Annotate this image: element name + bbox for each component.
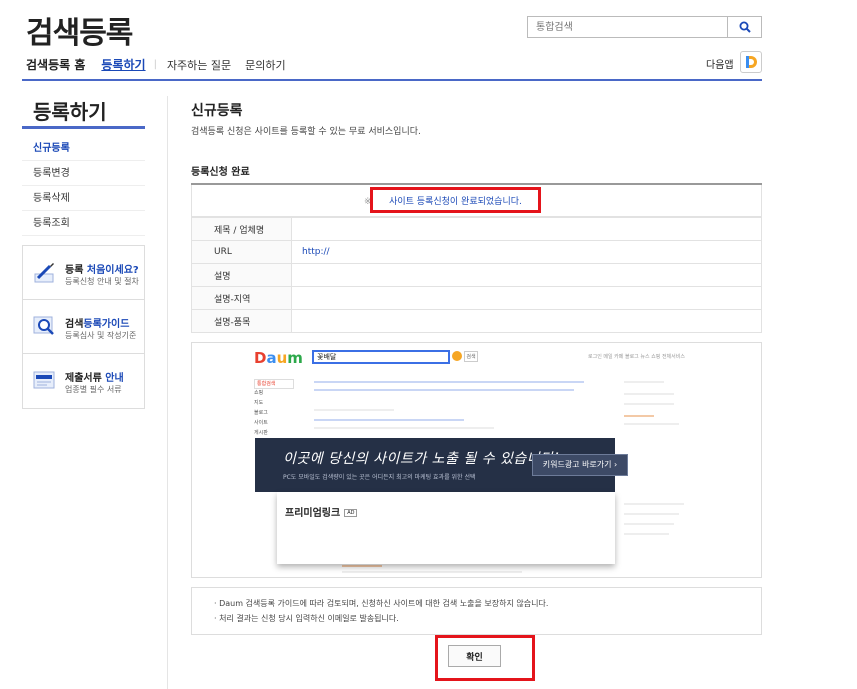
guide-box-first-time[interactable]: 등록 처음이세요? 등록신청 안내 및 절차	[23, 246, 144, 300]
preview-result-line	[314, 427, 494, 429]
guide-documents-title-highlight: 안내	[105, 373, 124, 384]
preview-result-line	[624, 503, 684, 505]
note-line: · Daum 검색등록 가이드에 따라 검토되며, 신청하신 사이트에 대한 검…	[214, 599, 549, 608]
table-row: 설명	[191, 263, 762, 287]
preview-side-item: 쇼핑	[254, 390, 264, 396]
preview-result-line	[624, 513, 679, 515]
preview-side-item: 사이트	[254, 420, 268, 426]
row-label-item: 설명-품목	[191, 309, 292, 333]
page-description: 검색등록 신청은 사이트를 등록할 수 있는 무료 서비스입니다.	[191, 127, 421, 137]
sidebar-guide-boxes: 등록 처음이세요? 등록신청 안내 및 절차 검색등록가이드 등록심사 및 작성…	[22, 245, 145, 409]
sidebar-item-change[interactable]: 등록변경	[22, 161, 145, 186]
guide-documents-desc: 업종별 필수 서류	[65, 385, 122, 394]
global-nav: 검색등록 홈 등록하기 | 자주하는 질문 문의하기	[26, 56, 300, 73]
guide-first-title: 등록	[65, 265, 87, 276]
preview-result-line	[342, 565, 382, 567]
notes-box: · Daum 검색등록 가이드에 따라 검토되며, 신청하신 사이트에 대한 검…	[191, 587, 762, 635]
preview-result-line	[624, 415, 654, 417]
guide-documents-title: 제출서류	[65, 373, 106, 384]
preview-result-line	[624, 381, 664, 383]
daum-app-icon[interactable]	[740, 51, 762, 73]
document-icon	[33, 371, 55, 389]
guide-first-title-highlight: 처음이세요?	[86, 265, 139, 276]
preview-daum-logo: Daum	[254, 349, 303, 367]
row-label-url: URL	[191, 240, 292, 264]
preview-ad-subline: PC도 모바일도 검색량이 있는 곳은 어디든지 최고의 마케팅 효과를 위한 …	[283, 474, 476, 481]
sidebar-title: 등록하기	[33, 100, 107, 124]
row-label-region: 설명-지역	[191, 286, 292, 310]
pencil-icon	[34, 263, 54, 283]
preview-side-tabs: 통합검색 쇼핑 지도 블로그 사이트 게시판	[254, 379, 294, 439]
preview-ad-headline: 이곳에 당신의 사이트가 노출 될 수 있습니다!	[283, 451, 560, 467]
guide-register-title: 검색	[65, 319, 84, 330]
note-line: · 처리 결과는 신청 당시 입력하신 이메일로 발송됩니다.	[214, 614, 399, 623]
preview-result-line	[624, 533, 669, 535]
search-box	[527, 16, 762, 38]
guide-box-register-guide[interactable]: 검색등록가이드 등록심사 및 작성기준	[23, 300, 144, 354]
nav-home[interactable]: 검색등록 홈	[26, 56, 85, 73]
row-value-region	[291, 286, 762, 310]
sidebar-title-underline	[22, 126, 145, 129]
preview-premium-panel: 프리미엄링크 AD	[277, 492, 615, 564]
preview-result-line	[624, 403, 674, 405]
guide-register-desc: 등록심사 및 작성기준	[65, 331, 137, 340]
keyword-ad-preview[interactable]: Daum 꽃배달 검색 로그인 메일 카페 블로그 뉴스 쇼핑 전체서비스 통합…	[191, 342, 762, 578]
table-row: URL http://	[191, 240, 762, 264]
search-button[interactable]	[727, 17, 761, 37]
completion-message: 사이트 등록신청이 완료되었습니다.	[389, 196, 522, 207]
preview-search-button: 검색	[464, 351, 478, 362]
preview-result-line	[314, 419, 464, 421]
search-input[interactable]	[528, 17, 727, 37]
table-row: 제목 / 업체명	[191, 217, 762, 241]
preview-result-line	[624, 393, 674, 395]
preview-side-item: 블로그	[254, 410, 268, 416]
confirm-button[interactable]: 확인	[448, 645, 501, 667]
preview-result-line	[314, 381, 584, 383]
sidebar-item-delete[interactable]: 등록삭제	[22, 186, 145, 211]
header-divider	[22, 79, 762, 81]
preview-ad-badge: AD	[344, 509, 358, 517]
preview-side-item: 지도	[254, 400, 264, 406]
table-row: 설명-품목	[191, 309, 762, 333]
preview-side-item: 통합검색	[254, 379, 294, 389]
magnifier-icon	[33, 316, 54, 335]
preview-keyword-ad-button: 키워드광고 바로가기 ›	[532, 454, 628, 476]
nav-contact[interactable]: 문의하기	[245, 57, 285, 73]
nav-faq[interactable]: 자주하는 질문	[167, 57, 231, 73]
row-value-url[interactable]: http://	[291, 240, 762, 264]
guide-register-title-highlight: 등록가이드	[83, 319, 130, 330]
nav-register[interactable]: 등록하기	[101, 56, 145, 73]
site-logo[interactable]: 검색등록	[26, 8, 133, 52]
preview-result-line	[342, 571, 522, 573]
row-value-description	[291, 263, 762, 287]
preview-result-line	[314, 409, 394, 411]
row-value-item	[291, 309, 762, 333]
preview-search-input: 꽃배달	[312, 350, 450, 364]
nav-separator: |	[153, 59, 157, 70]
preview-search-icon	[452, 351, 462, 361]
guide-box-documents[interactable]: 제출서류 안내 업종별 필수 서류	[23, 354, 144, 408]
sidebar-menu: 신규등록 등록변경 등록삭제 등록조회	[22, 136, 145, 236]
sidebar-item-new[interactable]: 신규등록	[22, 136, 145, 161]
preview-result-line	[624, 423, 679, 425]
guide-first-desc: 등록신청 안내 및 절차	[65, 277, 139, 286]
sidebar-item-lookup[interactable]: 등록조회	[22, 211, 145, 236]
table-row: 설명-지역	[191, 286, 762, 310]
preview-top-links: 로그인 메일 카페 블로그 뉴스 쇼핑 전체서비스	[588, 354, 685, 360]
submission-info-table: 제목 / 업체명 URL http:// 설명 설명-지역 설명-품목	[191, 217, 762, 333]
content-divider	[167, 96, 168, 689]
row-label-description: 설명	[191, 263, 292, 287]
search-icon	[739, 21, 751, 33]
completion-highlight-box: 사이트 등록신청이 완료되었습니다.	[370, 187, 541, 213]
preview-result-line	[314, 389, 574, 391]
preview-result-line	[624, 523, 674, 525]
section-title: 등록신청 완료	[191, 167, 250, 178]
preview-premium-title: 프리미엄링크	[285, 508, 341, 519]
next-app-label[interactable]: 다음앱	[706, 56, 734, 71]
row-label-title: 제목 / 업체명	[191, 217, 292, 241]
row-value-title	[291, 217, 762, 241]
page-title: 신규등록	[191, 103, 243, 119]
